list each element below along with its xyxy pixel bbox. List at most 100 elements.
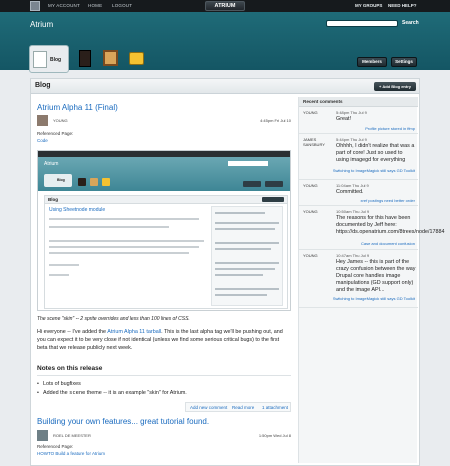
attachment-link[interactable]: 1 attachment	[262, 405, 288, 410]
screenshot-book-icon	[78, 178, 86, 186]
screenshot-text-line	[215, 242, 279, 244]
screenshot-calendar-icon	[90, 178, 98, 186]
screenshot-caption: The scene "skin" -- 2 sprite overrides a…	[37, 316, 190, 322]
feature-blog-tab[interactable]: Blog	[29, 45, 69, 73]
author-avatar[interactable]	[37, 430, 48, 441]
comment-author[interactable]: JAMES SANSBURY	[303, 137, 325, 147]
logout-link[interactable]: LOGOUT	[112, 3, 132, 8]
my-groups-link[interactable]: MY GROUPS	[355, 3, 382, 8]
need-help-link[interactable]: NEED HELP?	[388, 3, 417, 8]
screenshot-text-line	[49, 226, 169, 228]
recent-comments-header: Recent comments	[299, 97, 418, 107]
author-avatar[interactable]	[37, 115, 48, 126]
screenshot-members-button	[243, 181, 261, 187]
post-actions: Add new comment Read more 1 attachment	[185, 402, 291, 412]
screenshot-text-line	[49, 240, 204, 242]
search-button[interactable]: Search	[402, 20, 419, 26]
feature-book-tab[interactable]	[76, 45, 96, 73]
screenshot-post-title: Using Sheetnode module	[49, 207, 106, 213]
release-note-text: theme -- it is an example "skin" for Atr…	[85, 390, 187, 396]
screenshot-header: Atrium Blog	[38, 157, 290, 191]
referenced-page-link[interactable]: Code	[37, 138, 48, 143]
search-input[interactable]	[326, 20, 398, 27]
site-title[interactable]: Atrium	[30, 20, 53, 29]
screenshot-add-button	[262, 197, 284, 202]
comment-time: 11:04am Thu Jul 9	[336, 183, 369, 188]
referenced-page-label: Referenced Page:	[37, 444, 74, 449]
screenshot-page-header: Blog	[45, 196, 287, 204]
comment-time: 5:44pm Thu Jul 9	[336, 137, 367, 142]
add-comment-link[interactable]: Add new comment	[190, 405, 227, 410]
post-date: 1:50pm Wed Jul 8	[258, 433, 291, 438]
author-name[interactable]: ROEL DE MEESTER	[53, 433, 91, 438]
comment-item: YOUNG 10:50am Thu Jul 9 The reasons for …	[299, 206, 445, 250]
screenshot-text-line	[215, 222, 279, 224]
add-blog-entry-button[interactable]: + Add Blog entry	[374, 82, 416, 91]
screenshot-text-line	[215, 212, 265, 214]
feature-calendar-tab[interactable]	[100, 45, 122, 73]
screenshot-text-line	[215, 268, 275, 270]
comment-thread-link[interactable]: xref postings need better order	[325, 198, 415, 203]
comment-thread-link[interactable]: Case and document confusion	[325, 241, 415, 246]
referenced-page-link[interactable]: HOWTO Build a feature for Atrium	[37, 451, 105, 456]
comment-author[interactable]: YOUNG	[303, 209, 325, 214]
screenshot-text-line	[215, 228, 275, 230]
release-note-item: Added the scene theme -- it is an exampl…	[37, 390, 187, 396]
post-meta: YOUNG 4:45pm Fri Jul 10	[37, 115, 293, 127]
screenshot-settings-button	[265, 181, 283, 187]
comment-text: Hey James -- this is part of the crazy c…	[336, 259, 416, 293]
post-title[interactable]: Building your own features... great tuto…	[37, 417, 209, 426]
release-notes-heading: Notes on this release	[37, 365, 103, 372]
screenshot-search	[228, 161, 268, 166]
members-button[interactable]: Members	[357, 57, 387, 67]
comment-author[interactable]: YOUNG	[303, 110, 325, 115]
comment-thread-link[interactable]: Profile picture stored in ffmp	[325, 126, 415, 131]
comment-text: Ohhhh, I didn't realize that was a part …	[336, 143, 415, 163]
user-avatar[interactable]	[30, 1, 40, 11]
page-header: Blog + Add Blog entry	[31, 79, 419, 94]
read-more-link[interactable]: Read more	[232, 405, 254, 410]
comment-thread-link[interactable]: Switching to ImageMagick still says GD T…	[325, 168, 415, 173]
screenshot-text-line	[49, 274, 69, 276]
comment-item: YOUNG 10:47am Thu Jul 9 Hey James -- thi…	[299, 250, 418, 308]
screenshot-text-line	[49, 264, 79, 266]
screenshot-text-line	[215, 274, 263, 276]
post-body-text: Hi everyone -- I've added the	[37, 329, 108, 335]
recent-comments-sidebar: Recent comments YOUNG 5:48pm Thu Jul 9 G…	[298, 97, 445, 463]
comment-thread-link[interactable]: Switching to ImageMagick still says GD T…	[325, 296, 415, 301]
referenced-page-label: Referenced Page:	[37, 131, 74, 136]
post-title[interactable]: Atrium Alpha 11 (Final)	[37, 103, 118, 112]
comment-text: The reasons for this have been documente…	[336, 215, 445, 235]
feature-blog-label: Blog	[50, 57, 62, 63]
comment-time: 5:48pm Thu Jul 9	[336, 110, 367, 115]
release-note-item: Lots of bugfixes	[37, 381, 81, 387]
comment-text: Great!	[336, 116, 351, 122]
blog-listing: Atrium Alpha 11 (Final) YOUNG 4:45pm Fri…	[35, 97, 293, 463]
home-link[interactable]: HOME	[88, 3, 102, 8]
settings-button[interactable]: Settings	[391, 57, 417, 67]
my-account-link[interactable]: MY ACCOUNT	[48, 3, 80, 8]
screenshot-text-line	[49, 252, 189, 254]
comment-author[interactable]: YOUNG	[303, 253, 325, 258]
screenshot-site-title: Atrium	[44, 161, 59, 167]
screenshot-text-line	[215, 262, 279, 264]
tarball-link[interactable]: Atrium Alpha 11 tarball	[107, 329, 161, 335]
recent-comments-title: Recent comments	[303, 99, 343, 104]
atrium-logo[interactable]: ATRIUM	[205, 1, 245, 11]
page-title: Blog	[35, 82, 51, 89]
comment-time: 10:50am Thu Jul 9	[336, 209, 370, 214]
book-icon	[79, 50, 91, 67]
comment-text: Committed.	[336, 189, 364, 195]
comment-item: JAMES SANSBURY 5:44pm Thu Jul 9 Ohhhh, I…	[299, 134, 418, 180]
comment-item: YOUNG 11:04am Thu Jul 9 Committed. xref …	[299, 180, 418, 206]
screenshot-blog-label: Blog	[57, 178, 65, 182]
author-name[interactable]: YOUNG	[53, 118, 68, 123]
comment-item: YOUNG 5:48pm Thu Jul 9 Great! Profile pi…	[299, 107, 418, 134]
post-meta: ROEL DE MEESTER 1:50pm Wed Jul 8	[37, 430, 293, 442]
screenshot-sidebar	[211, 206, 283, 306]
comment-author[interactable]: YOUNG	[303, 183, 325, 188]
screenshot-text-line	[49, 246, 199, 248]
post-body: Hi everyone -- I've added the Atrium Alp…	[37, 328, 291, 352]
screenshot-text-line	[49, 218, 199, 220]
feature-inbox-tab[interactable]	[126, 45, 148, 73]
